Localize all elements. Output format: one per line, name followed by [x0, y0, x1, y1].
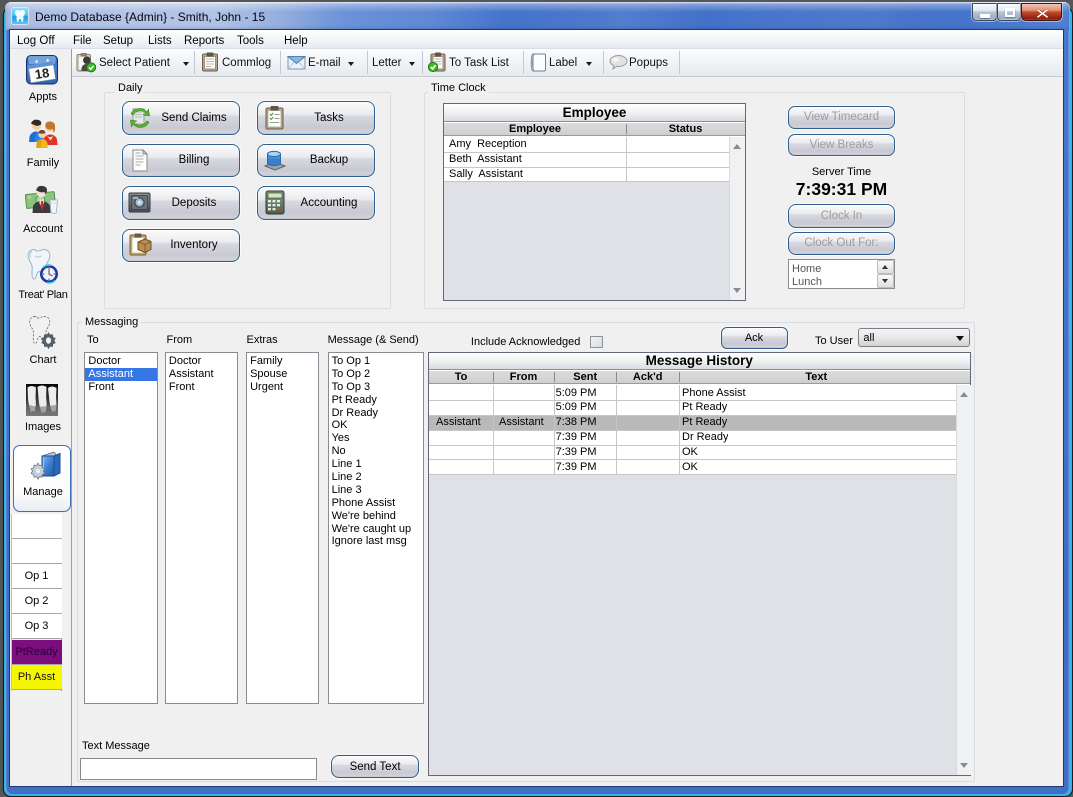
svg-text:18: 18: [34, 65, 51, 82]
